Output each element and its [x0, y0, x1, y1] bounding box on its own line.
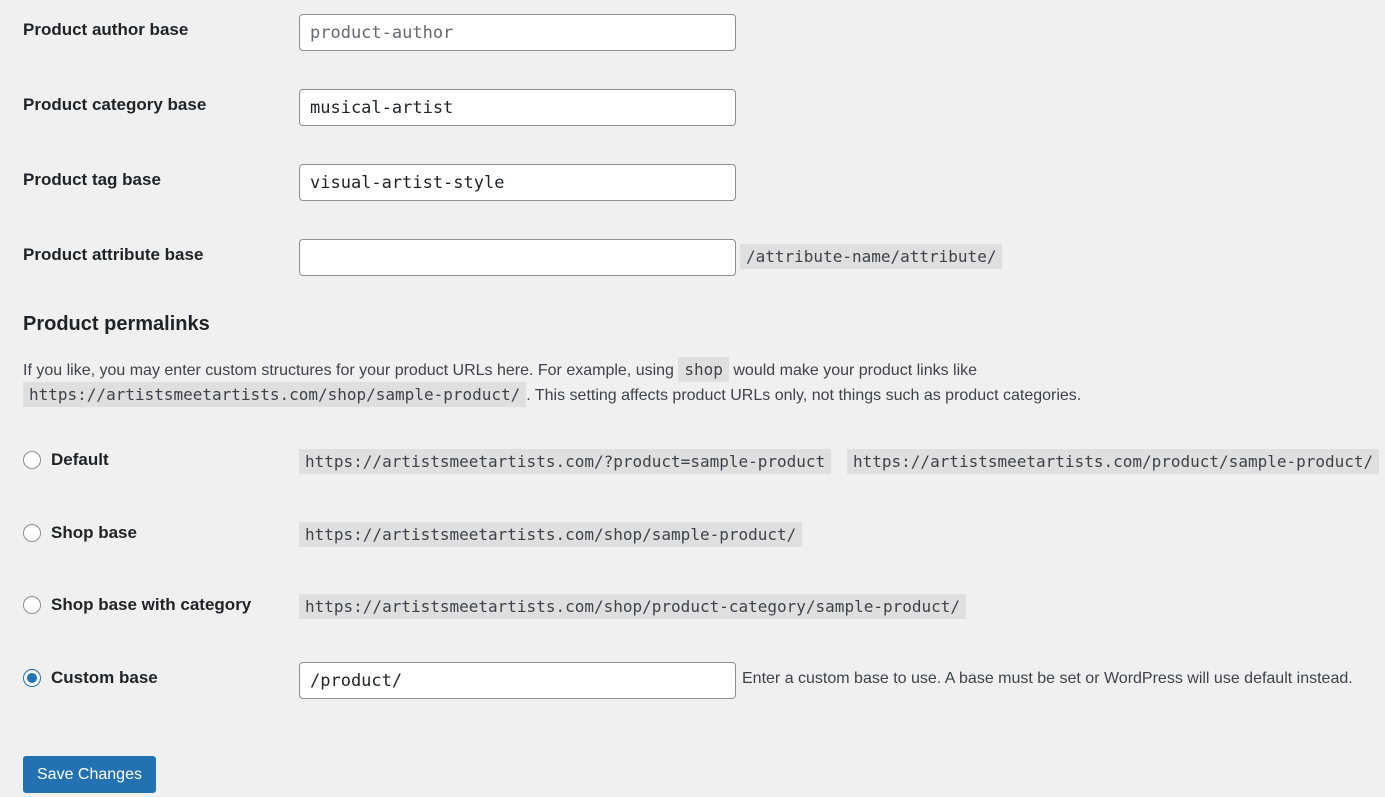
product-permalinks-heading: Product permalinks: [23, 313, 210, 335]
product-attribute-base-label: Product attribute base: [23, 245, 204, 264]
radio-default-row[interactable]: Default: [23, 450, 109, 470]
default-url-code-1: https://artistsmeetartists.com/?product=…: [299, 449, 832, 474]
product-author-base-label: Product author base: [23, 20, 189, 39]
radio-custom-base-label: Custom base: [51, 668, 158, 687]
product-tag-base-label: Product tag base: [23, 170, 161, 189]
default-url-code-2: https://artistsmeetartists.com/product/s…: [847, 449, 1380, 474]
radio-default-label: Default: [51, 450, 109, 469]
save-changes-button[interactable]: Save Changes: [23, 756, 156, 793]
product-author-base-input[interactable]: [299, 14, 736, 51]
attribute-base-hint-code: /attribute-name/attribute/: [740, 244, 1003, 269]
shop-base-url-code: https://artistsmeetartists.com/shop/samp…: [299, 522, 803, 547]
desc-text-1: If you like, you may enter custom struct…: [23, 362, 674, 379]
desc-text-2: would make your product links like: [733, 362, 978, 379]
radio-shop-base-row[interactable]: Shop base: [23, 523, 137, 543]
radio-shop-base-label: Shop base: [51, 523, 137, 542]
radio-shop-base[interactable]: [23, 524, 41, 542]
product-attribute-base-input[interactable]: [299, 239, 736, 276]
product-category-base-label: Product category base: [23, 95, 207, 114]
radio-shop-base-category[interactable]: [23, 596, 41, 614]
desc-code-example-url: https://artistsmeetartists.com/shop/samp…: [23, 382, 527, 407]
radio-custom-base[interactable]: [23, 669, 41, 687]
shop-base-category-url-code: https://artistsmeetartists.com/shop/prod…: [299, 594, 967, 619]
radio-shop-base-category-row[interactable]: Shop base with category: [23, 595, 251, 615]
radio-shop-base-category-label: Shop base with category: [51, 595, 252, 614]
permalinks-description: If you like, you may enter custom struct…: [23, 357, 1385, 408]
product-tag-base-input[interactable]: [299, 164, 736, 201]
custom-base-hint: Enter a custom base to use. A base must …: [742, 670, 1353, 687]
desc-code-shop: shop: [678, 357, 729, 382]
radio-default[interactable]: [23, 451, 41, 469]
radio-custom-base-row[interactable]: Custom base: [23, 668, 158, 688]
product-category-base-input[interactable]: [299, 89, 736, 126]
desc-text-3: . This setting affects product URLs only…: [526, 387, 1082, 404]
custom-base-input[interactable]: [299, 662, 736, 699]
